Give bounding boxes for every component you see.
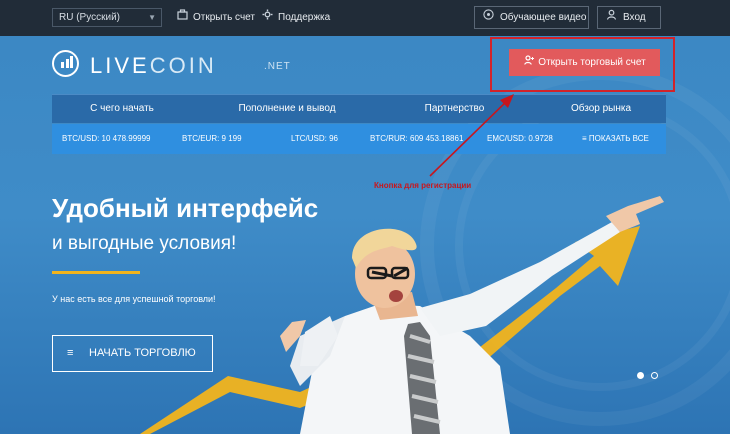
open-account-link[interactable]: Открыть счет: [177, 9, 255, 26]
hero-divider: [52, 271, 140, 274]
start-trading-label: НАЧАТЬ ТОРГОВЛЮ: [89, 347, 196, 359]
user-icon: [606, 7, 618, 28]
hero-tagline: У нас есть все для успешной торговли!: [52, 294, 216, 304]
open-account-label: Открыть счет: [193, 12, 255, 23]
chevron-down-icon: ▼: [148, 13, 156, 22]
language-select[interactable]: RU (Русский) ▼: [52, 8, 162, 27]
hero-subtitle: и выгодные условия!: [52, 233, 237, 254]
hero-section: LIVECOIN .NET Открыть торговый счет С че…: [0, 36, 730, 434]
language-select-value: RU (Русский): [59, 12, 120, 23]
support-label: Поддержка: [278, 12, 331, 23]
slider-dot[interactable]: [651, 372, 658, 379]
support-link[interactable]: Поддержка: [262, 9, 330, 26]
gear-icon: [262, 9, 274, 26]
briefcase-icon: [177, 9, 189, 26]
annotation-label: Кнопка для регистрации: [374, 181, 472, 190]
login-label: Вход: [623, 12, 646, 23]
top-bar: RU (Русский) ▼ Открыть счет Поддержка Об…: [0, 0, 730, 36]
play-circle-icon: [483, 7, 495, 28]
start-trading-button[interactable]: ≡ НАЧАТЬ ТОРГОВЛЮ: [52, 335, 213, 372]
slider-dot-active[interactable]: [637, 372, 644, 379]
login-button[interactable]: Вход: [597, 6, 661, 29]
tutorial-video-button[interactable]: Обучающее видео: [474, 6, 589, 29]
hero-title: Удобный интерфейс: [52, 193, 319, 223]
tutorial-video-label: Обучающее видео: [500, 12, 587, 23]
menu-icon: ≡: [67, 347, 74, 359]
